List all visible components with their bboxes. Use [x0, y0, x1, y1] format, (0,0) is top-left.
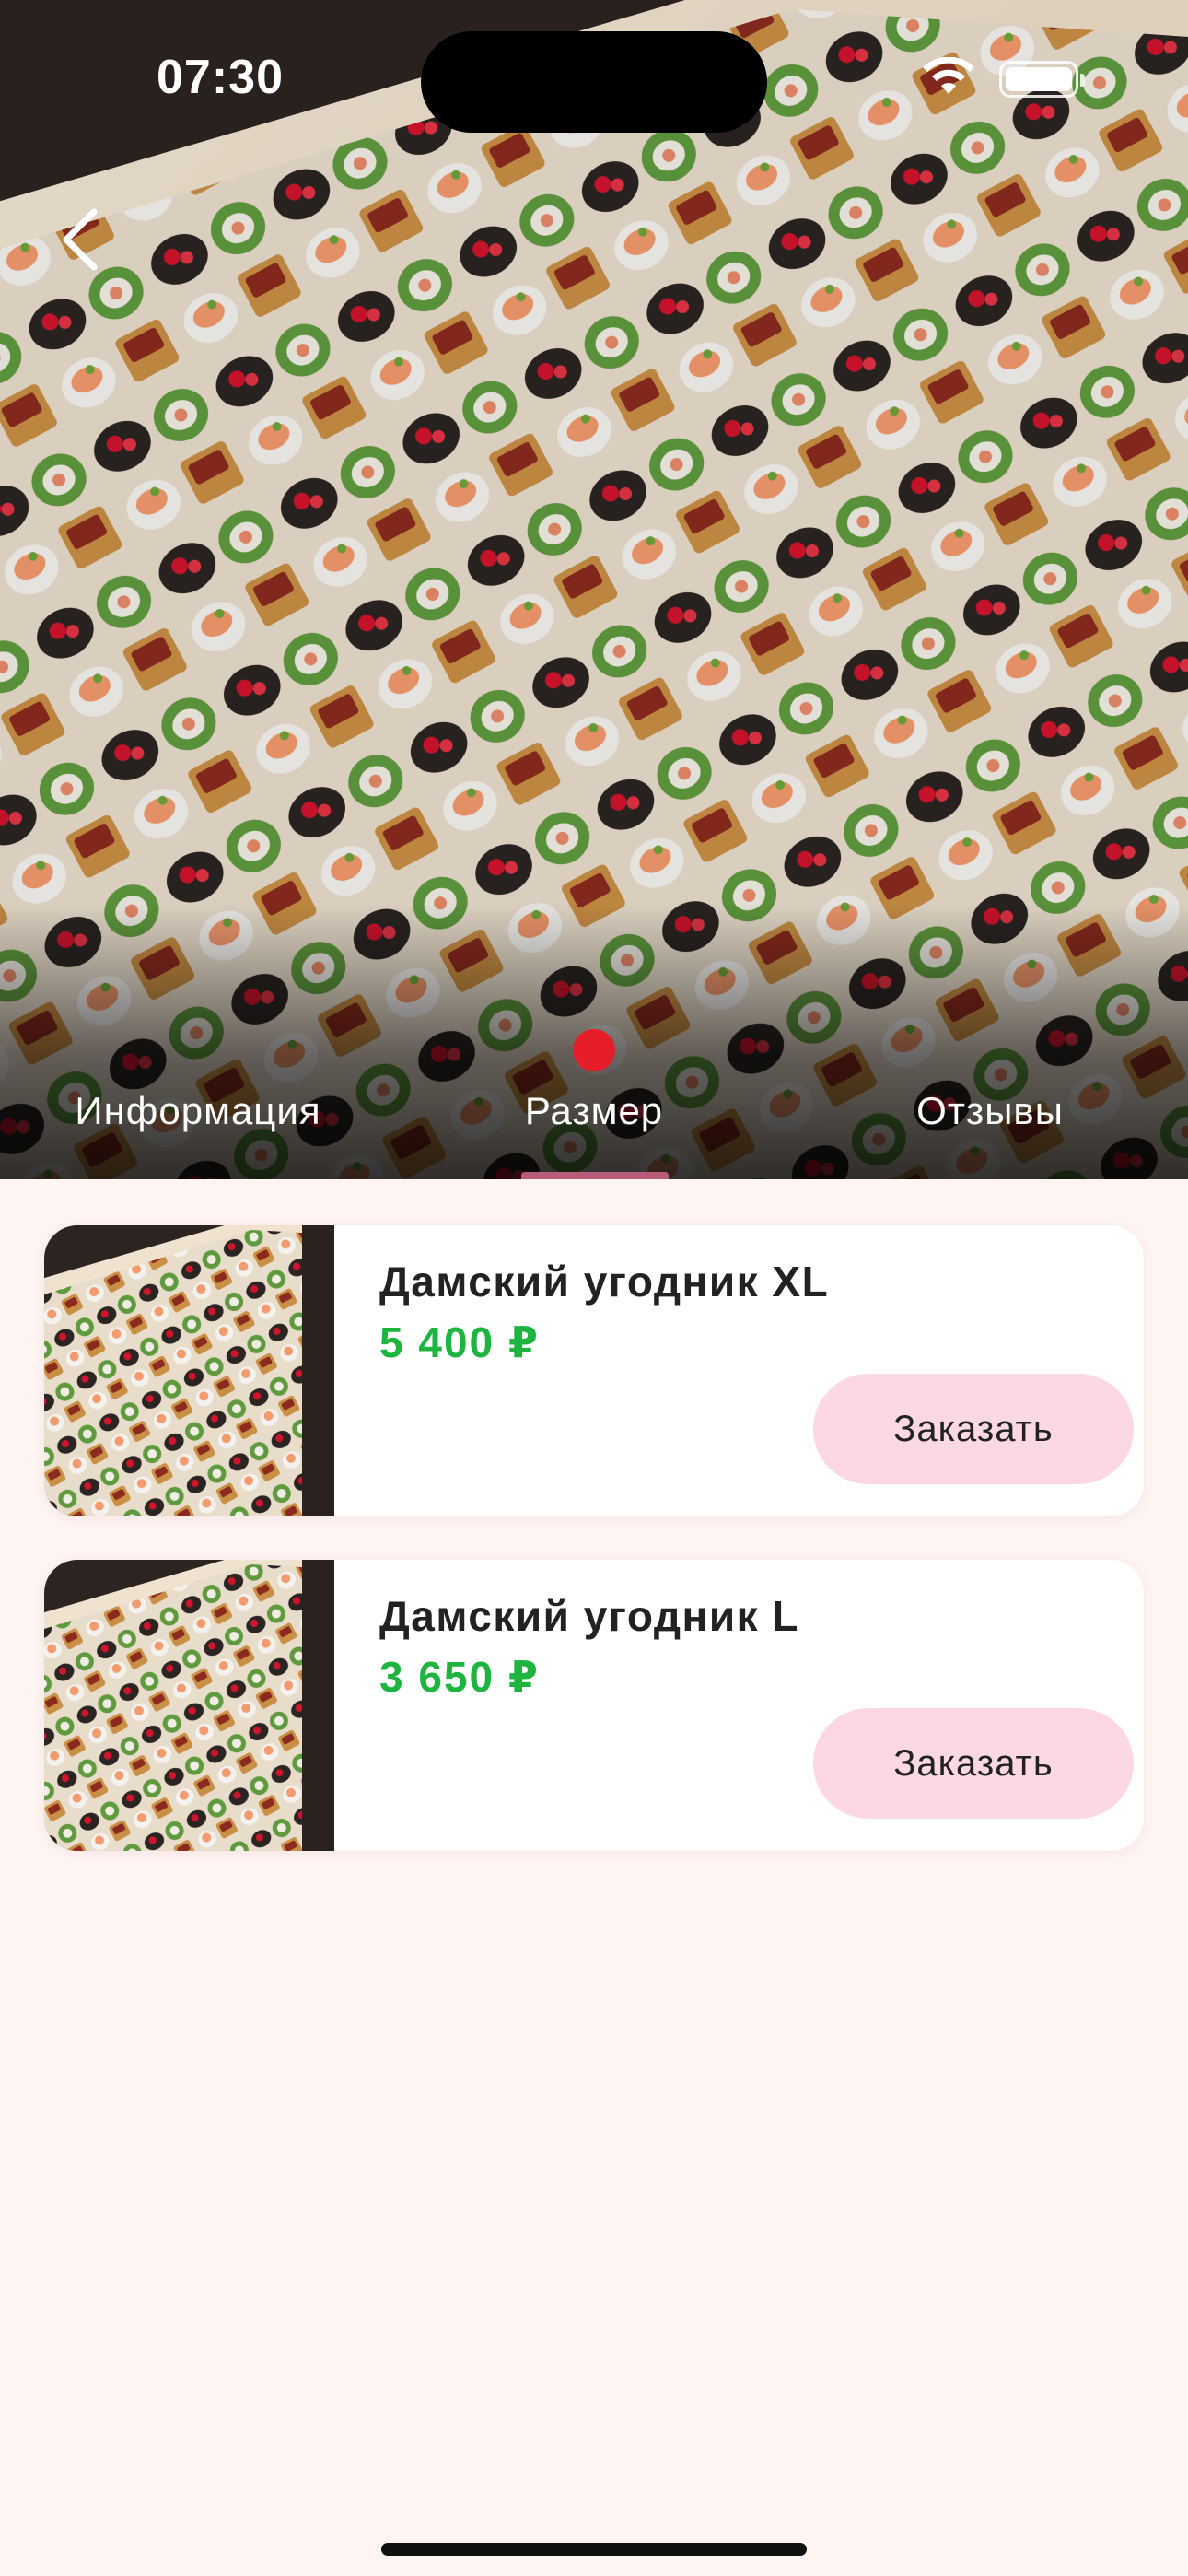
tab-bar: Информация Размер Отзывы	[0, 1069, 1188, 1179]
tab-information[interactable]: Информация	[37, 1089, 359, 1133]
order-button[interactable]: Заказать	[813, 1708, 1134, 1819]
product-price: 5 400 ₽	[379, 1318, 540, 1366]
hero-image	[0, 0, 1188, 1179]
tab-active-dot	[573, 1029, 615, 1071]
wifi-icon	[923, 57, 974, 94]
order-button[interactable]: Заказать	[813, 1374, 1134, 1484]
product-card[interactable]: Дамский угодник XL 5 400 ₽ Заказать	[44, 1225, 1144, 1516]
product-thumbnail	[44, 1225, 334, 1516]
product-title: Дамский угодник L	[379, 1592, 800, 1640]
dynamic-island	[421, 31, 767, 133]
chevron-left-icon	[63, 208, 98, 271]
status-time: 07:30	[157, 51, 284, 104]
status-bar: 07:30	[0, 0, 1188, 157]
home-indicator[interactable]	[381, 2543, 807, 2556]
tab-active-indicator	[521, 1172, 669, 1179]
product-price: 3 650 ₽	[379, 1653, 540, 1701]
product-title: Дамский угодник XL	[379, 1258, 830, 1306]
product-card[interactable]: Дамский угодник L 3 650 ₽ Заказать	[44, 1560, 1144, 1851]
tab-reviews[interactable]: Отзывы	[866, 1089, 1114, 1133]
back-button[interactable]	[46, 203, 120, 276]
tab-size[interactable]: Размер	[488, 1089, 700, 1133]
battery-icon	[999, 61, 1085, 98]
product-thumbnail	[44, 1560, 334, 1851]
product-screen: 07:30 Информация Размер Отзывы Дамский у…	[0, 0, 1188, 2576]
